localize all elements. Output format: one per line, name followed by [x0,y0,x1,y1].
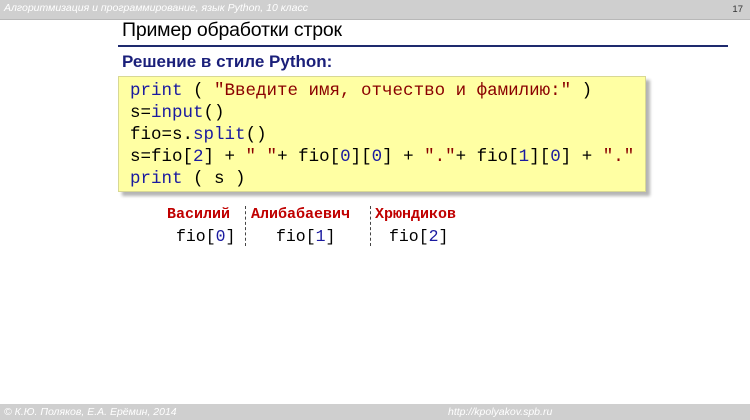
code-number: 1 [518,147,530,167]
code-text: () [203,103,225,123]
code-variable: s [130,103,141,123]
code-text: ] + [382,147,425,167]
separator-line [370,206,371,246]
name-patronymic: Алибабаевич [251,206,351,223]
code-operator: = [140,103,152,123]
code-text: ( s ) [182,169,246,189]
code-text: ] + [203,147,246,167]
code-number: 0 [550,147,561,167]
footer-url: http://kpolyakov.spb.ru [448,406,553,418]
index-number: 1 [315,227,326,246]
code-line-2: s=input() [130,103,225,123]
code-line-4: s=fio[2] + " "+ fio[0][0] + "."+ fio[1][… [130,147,634,167]
code-line-3: fio=s.split() [130,125,267,145]
code-string: "Введите имя, отчество и фамилию:" [214,81,572,101]
code-string: "." [602,147,635,167]
code-variable: fio [130,125,162,145]
footer-authors: © К.Ю. Поляков, Е.А. Ерёмин, 2014 [4,406,177,418]
code-number: 0 [340,147,351,167]
index-label-1: fio[1] [276,227,335,246]
header-bar: Алгоритмизация и программирование, язык … [0,0,750,20]
index-text: fio[ [176,227,216,246]
code-text: + fio[ [455,147,519,167]
code-block: print ( "Введите имя, отчество и фамилию… [118,76,646,192]
slide-title: Пример обработки строк [122,19,342,41]
code-text: () [245,125,267,145]
footer-bar: © К.Ю. Поляков, Е.А. Ерёмин, 2014 http:/… [0,404,750,420]
code-function: split [193,125,246,145]
code-number: 2 [193,147,204,167]
index-text: ] [225,227,236,246]
code-function: input [151,103,204,123]
code-operator: = [161,125,173,145]
name-first: Василий [167,206,231,223]
separator-line [245,206,246,246]
code-line-1: print ( "Введите имя, отчество и фамилию… [130,81,592,101]
code-string: "." [424,147,456,167]
code-text: ) [571,81,593,101]
code-text: s. [172,125,194,145]
index-text: ] [438,227,449,246]
code-text: ] + [560,147,603,167]
page-number: 17 [732,4,743,15]
code-text: ( [182,81,215,101]
index-text: fio[ [276,227,316,246]
code-text: ][ [529,147,551,167]
code-keyword: print [130,81,183,101]
code-number: 0 [371,147,383,167]
index-number: 0 [215,227,226,246]
index-text: ] [325,227,336,246]
code-text: s=fio[ [130,147,194,167]
course-title: Алгоритмизация и программирование, язык … [4,2,308,14]
code-text: ][ [350,147,372,167]
code-keyword: print [130,169,183,189]
index-text: fio[ [389,227,429,246]
code-string: " " [245,147,278,167]
code-line-5: print ( s ) [130,169,246,189]
slide-subtitle: Решение в стиле Python: [122,52,333,71]
title-divider [118,45,728,47]
index-number: 2 [428,227,439,246]
name-last: Хрюндиков [375,206,457,223]
index-label-0: fio[0] [176,227,235,246]
code-text: + fio[ [277,147,341,167]
index-label-2: fio[2] [389,227,448,246]
